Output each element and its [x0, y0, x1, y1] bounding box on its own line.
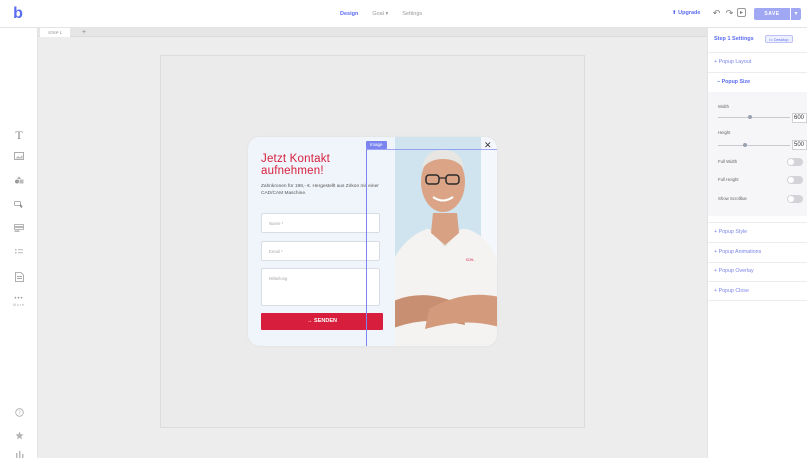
show-scrollbar-label: Show Scrollbar	[718, 196, 747, 201]
panel-divider	[708, 222, 807, 223]
height-slider[interactable]	[718, 145, 790, 146]
text-tool-icon[interactable]: T	[0, 128, 38, 143]
popup-title[interactable]: Jetzt Kontakt aufnehmen!	[261, 153, 371, 177]
settings-panel: Step 1 Settings ▭ Desktop + Popup Layout…	[707, 28, 807, 458]
panel-divider	[708, 300, 807, 301]
more-label: More	[13, 303, 25, 307]
save-button[interactable]: SAVE	[754, 8, 790, 20]
main-nav: Design Goal ▾ Settings	[340, 0, 422, 28]
section-popup-layout[interactable]: + Popup Layout	[714, 59, 751, 65]
height-slider-handle[interactable]	[743, 143, 747, 147]
section-popup-style[interactable]: + Popup Style	[714, 229, 747, 235]
redo-icon[interactable]: ↷	[724, 8, 735, 19]
step-tab-1[interactable]: STEP 1	[40, 28, 70, 37]
button-tool-icon[interactable]	[0, 200, 38, 210]
submit-button[interactable]: → SENDEN	[261, 313, 383, 330]
panel-divider	[708, 52, 807, 53]
email-field[interactable]: Email *	[261, 241, 380, 261]
left-toolbar: T ••• More ?	[0, 28, 38, 458]
full-width-label: Full Width	[718, 159, 738, 164]
width-input[interactable]: 600	[792, 113, 807, 123]
section-popup-animations[interactable]: + Popup Animations	[714, 249, 761, 255]
popup-preview[interactable]: Jetzt Kontakt aufnehmen! Zahnkronen für …	[248, 137, 497, 346]
undo-icon[interactable]: ↶	[711, 8, 722, 19]
app-logo[interactable]: b	[9, 5, 27, 23]
popup-photo[interactable]: SCHL	[395, 137, 497, 346]
tab-design[interactable]: Design	[340, 11, 358, 17]
upgrade-link[interactable]: ⬆ Upgrade	[672, 10, 700, 16]
svg-text:?: ?	[18, 410, 21, 416]
svg-text:SCHL: SCHL	[466, 258, 475, 262]
full-width-toggle[interactable]	[787, 158, 803, 166]
height-input[interactable]: 500	[792, 140, 807, 150]
preview-icon[interactable]: ▸	[737, 8, 746, 17]
save-options-chevron-icon[interactable]: ▾	[791, 8, 801, 20]
image-selection-top-edge	[366, 149, 497, 150]
full-height-toggle[interactable]	[787, 176, 803, 184]
more-dots-icon: •••	[14, 296, 24, 302]
width-slider-handle[interactable]	[748, 115, 752, 119]
more-tools[interactable]: ••• More	[0, 296, 38, 307]
add-step-button[interactable]: +	[82, 28, 86, 37]
list-tool-icon[interactable]	[0, 248, 38, 258]
height-label: Height	[718, 130, 731, 135]
image-tool-icon[interactable]	[0, 152, 38, 162]
full-height-label: Full Height	[718, 177, 739, 182]
shapes-tool-icon[interactable]	[0, 176, 38, 186]
section-popup-overlay[interactable]: + Popup Overlay	[714, 268, 754, 274]
tab-goal[interactable]: Goal ▾	[372, 11, 388, 17]
image-element-label[interactable]: Image	[366, 141, 387, 149]
popup-description[interactable]: Zahnkronen für 198,- €. Hergestellt aus …	[261, 183, 381, 197]
section-popup-close[interactable]: + Popup Close	[714, 288, 749, 294]
width-label: Width	[718, 104, 729, 109]
form-tool-icon[interactable]	[0, 224, 38, 234]
star-icon[interactable]	[0, 431, 38, 442]
panel-title: Step 1 Settings	[714, 36, 754, 42]
tab-settings[interactable]: Settings	[402, 11, 422, 17]
panel-divider	[708, 262, 807, 263]
panel-divider	[708, 281, 807, 282]
image-selection-left-edge[interactable]	[366, 149, 367, 346]
panel-divider	[708, 72, 807, 73]
embed-tool-icon[interactable]	[0, 272, 38, 284]
device-toggle[interactable]: ▭ Desktop	[765, 35, 793, 43]
panel-divider	[708, 242, 807, 243]
name-field[interactable]: Name *	[261, 213, 380, 233]
stats-icon[interactable]	[0, 449, 38, 458]
help-icon[interactable]: ?	[0, 408, 38, 419]
width-slider[interactable]	[718, 117, 790, 118]
popup-close-icon[interactable]: ✕	[484, 141, 492, 150]
step-tabs-bar: STEP 1 +	[38, 28, 707, 37]
top-bar: b Design Goal ▾ Settings ⬆ Upgrade ↶ ↷ ▸…	[0, 0, 807, 28]
popup-size-settings: Width 600 Height 500 Full Width Full Hei…	[708, 92, 807, 216]
section-popup-size[interactable]: − Popup Size	[717, 79, 750, 85]
show-scrollbar-toggle[interactable]	[787, 195, 803, 203]
message-field[interactable]: Mitteilung	[261, 268, 380, 306]
